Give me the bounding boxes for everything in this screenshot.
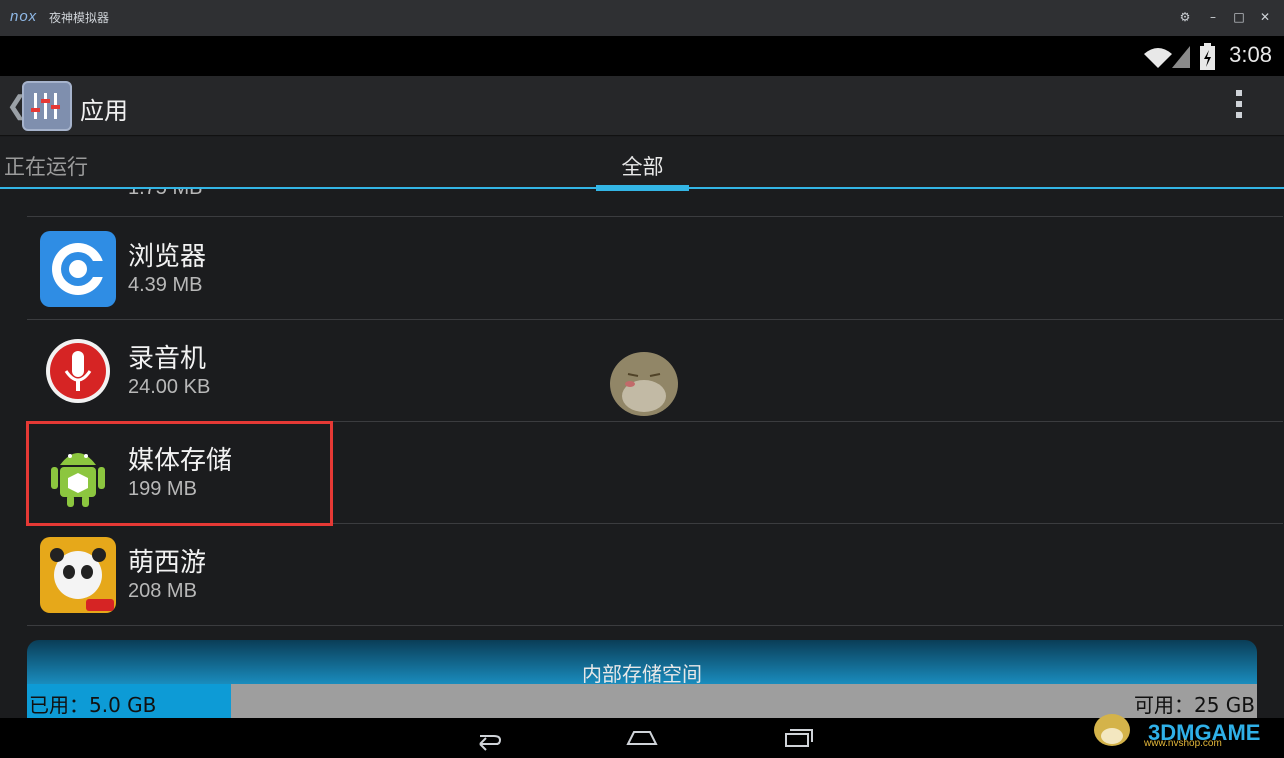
microphone-icon xyxy=(40,333,116,409)
app-size: 199 MB xyxy=(128,478,197,500)
watermark-site: www.nvshop.com xyxy=(1144,738,1222,749)
maximize-icon[interactable]: □ xyxy=(1230,8,1248,26)
page-title: 应用 xyxy=(80,97,128,125)
emulator-title-bar: nox 夜神模拟器 ⚙ – □ ✕ xyxy=(0,0,1284,36)
list-item[interactable]: 1.75 MB xyxy=(27,189,1283,217)
action-bar: ❮ 应用 xyxy=(0,76,1284,136)
settings-icon[interactable]: ⚙ xyxy=(1176,8,1194,26)
status-clock: 3:08 xyxy=(1229,42,1272,67)
tab-all[interactable]: 全部 xyxy=(596,151,689,191)
mascot-watermark-icon xyxy=(610,352,678,416)
tab-bar: 正在运行 全部 xyxy=(0,137,1284,191)
back-icon[interactable] xyxy=(468,724,508,752)
battery-charging-icon xyxy=(1200,43,1215,70)
app-size: 208 MB xyxy=(128,580,197,602)
storage-meter: 内部存储空间 已用：5.0 GB 可用：25 GB xyxy=(27,640,1257,718)
overflow-menu-icon[interactable] xyxy=(1234,90,1244,124)
close-icon[interactable]: ✕ xyxy=(1256,8,1274,26)
list-item[interactable]: 媒体存储 199 MB xyxy=(27,422,1283,524)
nox-logo: nox xyxy=(10,8,38,25)
status-bar: 3:08 xyxy=(0,36,1284,76)
app-name: 浏览器 xyxy=(128,242,207,272)
panda-game-icon xyxy=(40,537,116,613)
app-name: 录音机 xyxy=(128,344,207,374)
settings-app-icon[interactable] xyxy=(22,81,72,131)
app-size: 1.75 MB xyxy=(128,189,202,200)
android-icon xyxy=(40,435,116,511)
site-watermark: 3DMGAME www.nvshop.com xyxy=(1090,700,1280,756)
list-item[interactable]: 萌西游 208 MB xyxy=(27,524,1283,626)
storage-title: 内部存储空间 xyxy=(582,662,702,686)
recent-apps-icon[interactable] xyxy=(778,724,818,752)
home-icon[interactable] xyxy=(622,724,662,752)
app-size: 24.00 KB xyxy=(128,376,211,398)
app-name: 萌西游 xyxy=(128,548,207,578)
app-size: 4.39 MB xyxy=(128,274,203,296)
list-item[interactable]: 浏览器 4.39 MB xyxy=(27,218,1283,320)
minimize-icon[interactable]: – xyxy=(1204,8,1222,26)
mascot-watermark-small-icon xyxy=(1094,714,1130,746)
window-title: 夜神模拟器 xyxy=(49,11,110,25)
signal-icon xyxy=(1172,46,1190,68)
storage-used-label: 已用：5.0 GB xyxy=(29,693,157,717)
browser-icon xyxy=(40,231,116,307)
app-name: 媒体存储 xyxy=(128,446,233,476)
tab-running[interactable]: 正在运行 xyxy=(4,151,88,181)
storage-bar: 已用：5.0 GB 可用：25 GB xyxy=(27,684,1257,718)
